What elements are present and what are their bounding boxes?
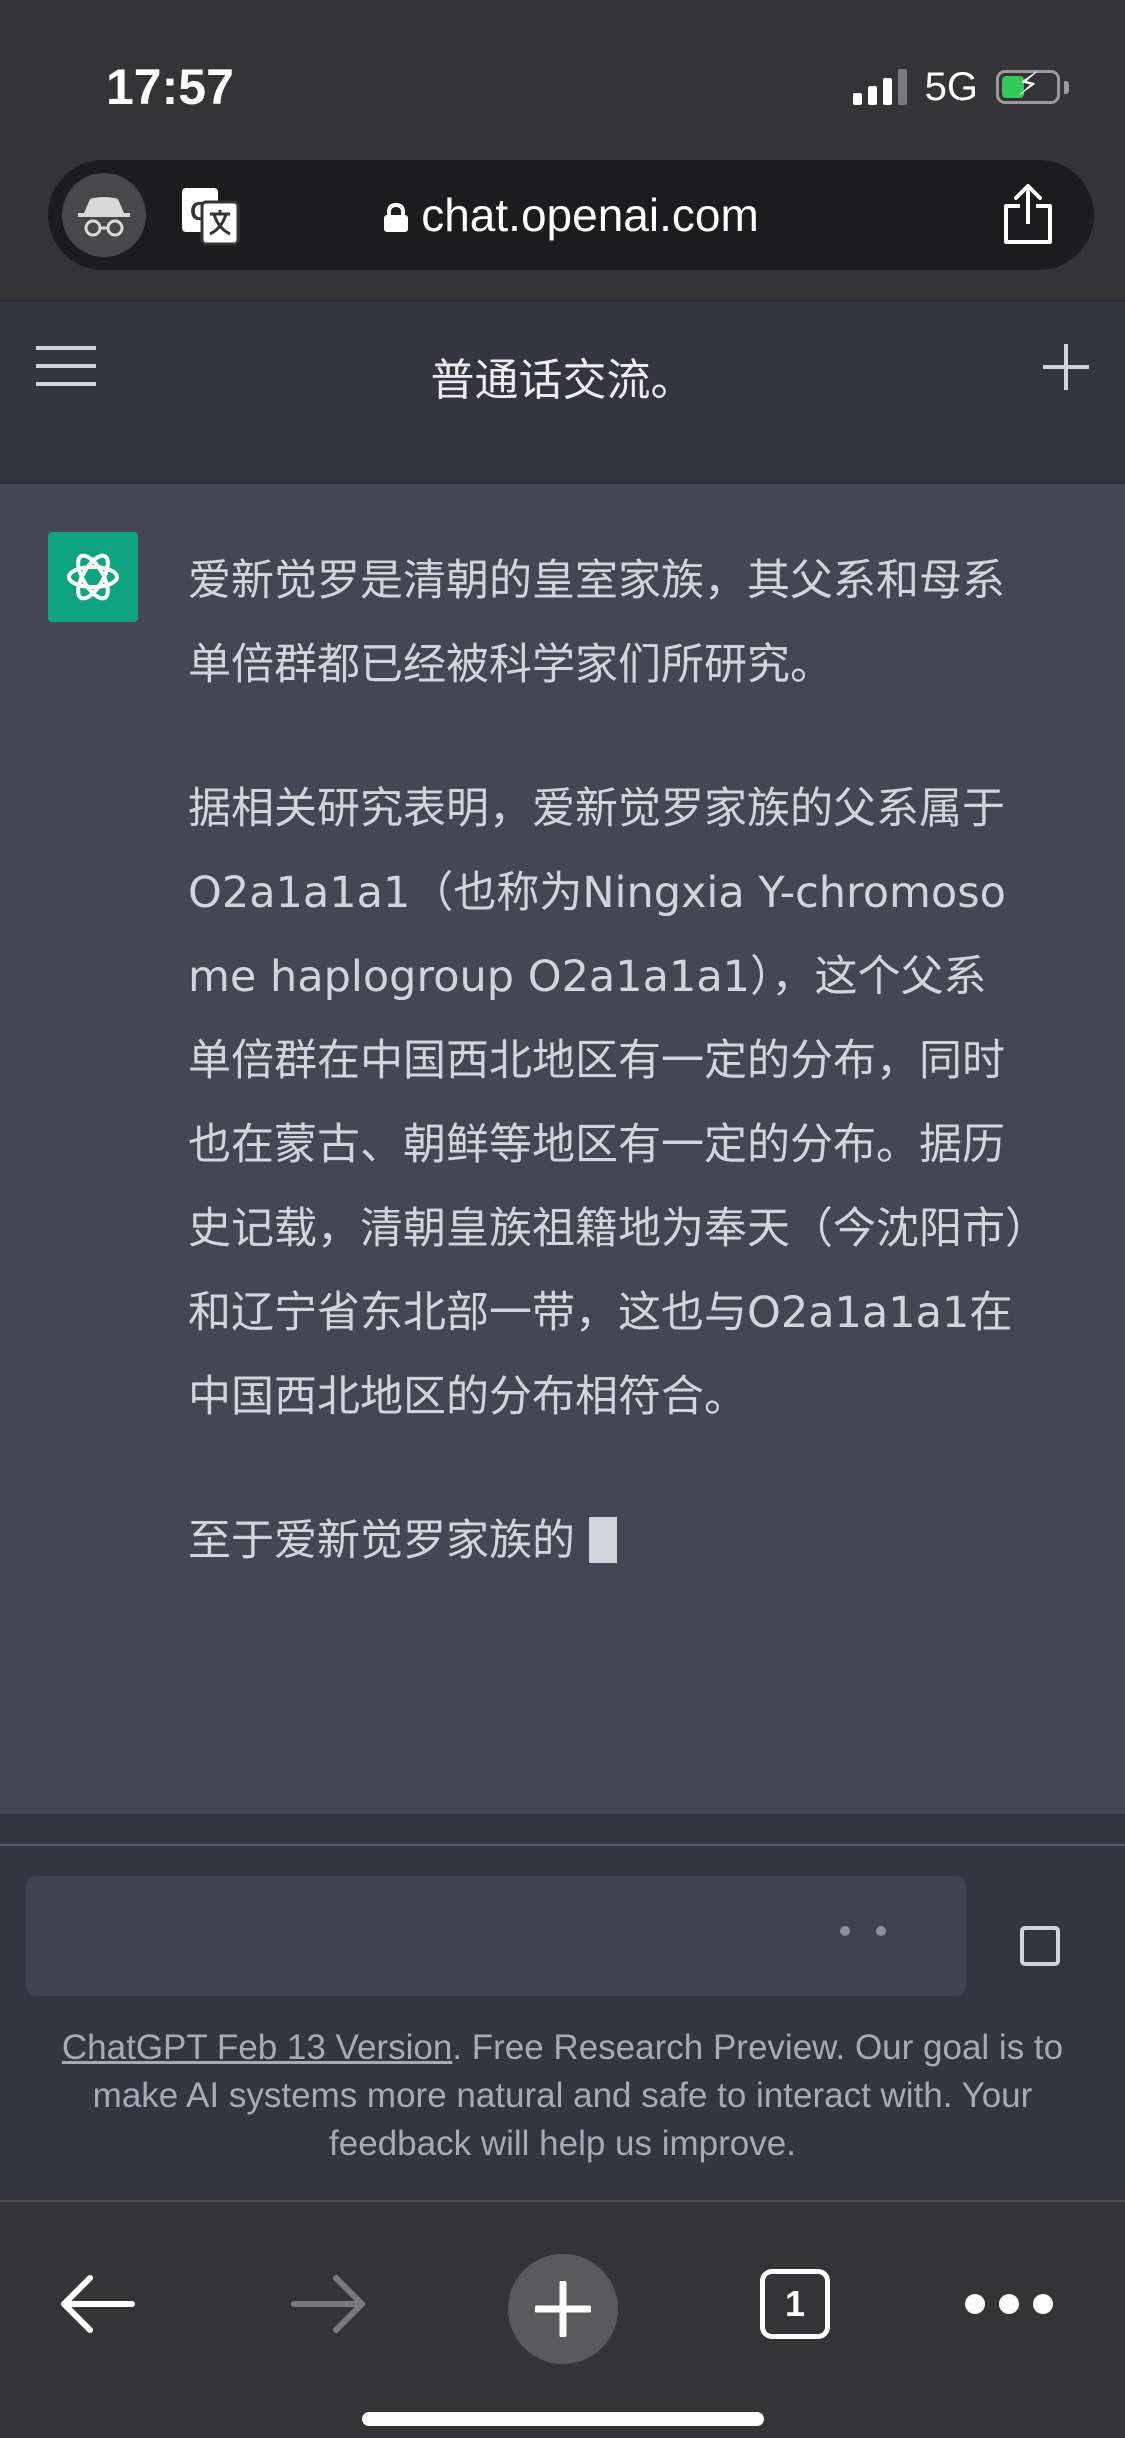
status-time: 17:57 bbox=[106, 59, 234, 115]
browser-top-chrome: 17:57 5G ⚡ G chat.openai.com bbox=[0, 0, 1125, 300]
footer-disclaimer: ChatGPT Feb 13 Version. Free Research Pr… bbox=[40, 2024, 1085, 2168]
loading-dots-icon bbox=[840, 1926, 886, 1936]
network-type: 5G bbox=[924, 65, 978, 109]
share-icon[interactable] bbox=[1000, 182, 1056, 246]
plus-icon bbox=[535, 2281, 591, 2337]
new-chat-plus-icon[interactable] bbox=[1041, 342, 1091, 392]
version-link[interactable]: ChatGPT Feb 13 Version bbox=[62, 2028, 452, 2067]
chat-title: 普通话交流。 bbox=[430, 355, 695, 406]
previous-message-edge bbox=[0, 426, 1125, 484]
battery-icon: ⚡ bbox=[996, 68, 1060, 104]
composer-area: ChatGPT Feb 13 Version. Free Research Pr… bbox=[0, 1844, 1125, 2202]
lock-icon bbox=[384, 203, 409, 232]
tab-switcher-button[interactable]: 1 bbox=[760, 2269, 830, 2339]
forward-arrow-icon[interactable] bbox=[288, 2272, 368, 2336]
assistant-message-text: 爱新觉罗是清朝的皇室家族，其父系和母系单倍群都已经被科学家们所研究。 据相关研究… bbox=[188, 539, 1028, 1643]
url-display[interactable]: chat.openai.com bbox=[48, 188, 1094, 242]
message-paragraph: 据相关研究表明，爱新觉罗家族的父系属于O2a1a1a1（也称为Ningxia Y… bbox=[188, 784, 1027, 1422]
message-paragraph-streaming: 至于爱新觉罗家族的 bbox=[188, 1499, 1028, 1583]
message-paragraph: 爱新觉罗是清朝的皇室家族，其父系和母系单倍群都已经被科学家们所研究。 bbox=[188, 556, 1005, 690]
status-indicators: 5G ⚡ bbox=[852, 62, 1069, 112]
message-paragraph: 至于爱新觉罗家族的 bbox=[188, 1516, 575, 1566]
chatgpt-logo-icon bbox=[48, 532, 138, 622]
battery-cap bbox=[1064, 80, 1069, 94]
browser-bottom-toolbar: 1 bbox=[0, 2200, 1125, 2438]
message-input[interactable] bbox=[26, 1876, 966, 1996]
chat-header: 普通话交流。 bbox=[0, 300, 1125, 428]
cellular-signal-icon bbox=[852, 69, 907, 105]
address-bar[interactable]: G chat.openai.com bbox=[48, 160, 1094, 270]
more-options-icon[interactable] bbox=[965, 2294, 1053, 2314]
assistant-message: 爱新觉罗是清朝的皇室家族，其父系和母系单倍群都已经被科学家们所研究。 据相关研究… bbox=[0, 484, 1125, 1814]
home-indicator[interactable] bbox=[362, 2412, 764, 2426]
typing-cursor bbox=[589, 1517, 617, 1563]
url-text: chat.openai.com bbox=[421, 189, 759, 241]
stop-generating-button[interactable] bbox=[1020, 1926, 1060, 1966]
new-tab-button[interactable] bbox=[508, 2254, 618, 2364]
back-arrow-icon[interactable] bbox=[58, 2272, 138, 2336]
